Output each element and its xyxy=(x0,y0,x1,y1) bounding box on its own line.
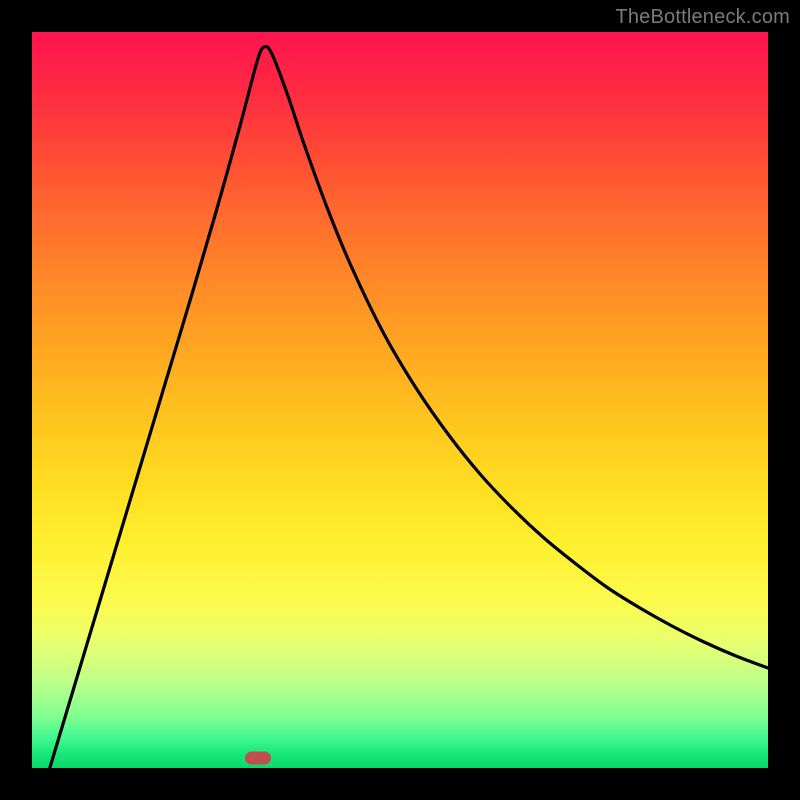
chart-frame: TheBottleneck.com xyxy=(0,0,800,800)
bottleneck-curve xyxy=(48,46,768,774)
curve-svg xyxy=(32,32,768,768)
plot-area xyxy=(32,32,768,768)
watermark-text: TheBottleneck.com xyxy=(615,6,790,29)
optimal-point-marker xyxy=(245,752,271,765)
